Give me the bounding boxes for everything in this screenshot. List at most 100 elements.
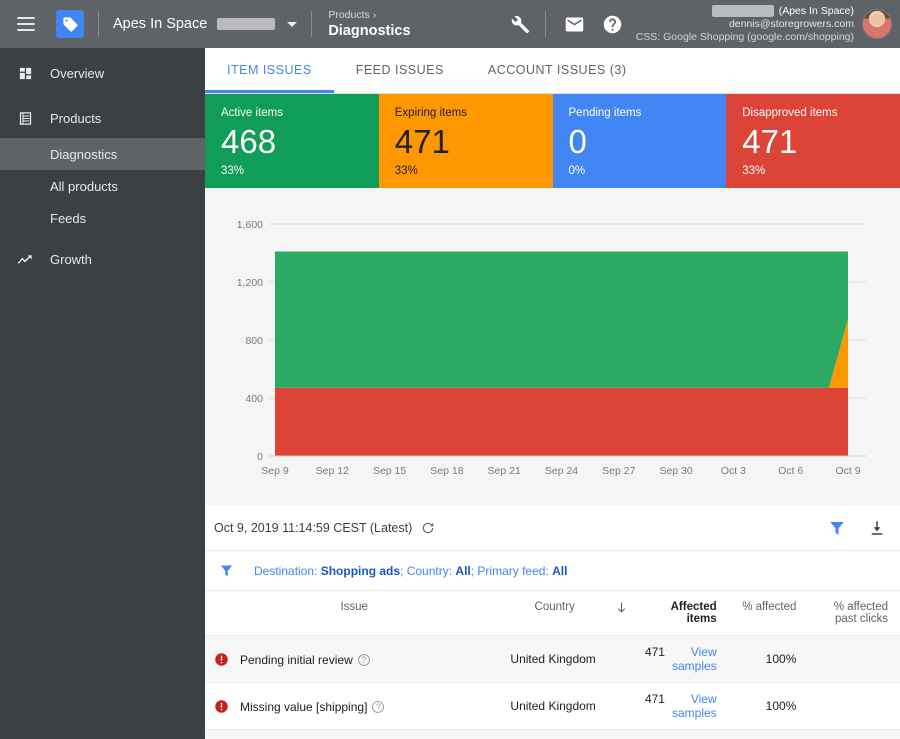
account-selector[interactable]: Apes In Space [113, 16, 297, 32]
cell-pct-affected-past-clicks [804, 730, 900, 739]
sidebar: Overview Products Diagnostics All produc… [0, 48, 205, 739]
help-icon[interactable]: ? [358, 654, 370, 666]
table-row[interactable]: Pending initial review?United Kingdom471… [205, 636, 900, 683]
breadcrumb-arrow-icon: › [373, 9, 377, 21]
account-id-redacted [217, 18, 275, 30]
sidebar-item-feeds[interactable]: Feeds [0, 202, 205, 234]
chevron-down-icon [287, 22, 297, 27]
breadcrumb-parent[interactable]: Products › [328, 8, 410, 22]
page-title: Diagnostics [328, 22, 410, 40]
view-samples-link[interactable]: View samples [672, 692, 717, 720]
svg-text:Sep 18: Sep 18 [430, 465, 463, 477]
tab-account-issues[interactable]: ACCOUNT ISSUES (3) [466, 47, 649, 93]
data-timestamp-row: Oct 9, 2019 11:14:59 CEST (Latest) [205, 505, 900, 551]
affected-count: 471 [645, 645, 665, 659]
view-samples-link[interactable]: View samples [672, 645, 717, 673]
merchant-tag-icon[interactable] [56, 10, 84, 38]
filter-summary: Destination: Shopping ads; Country: All;… [254, 564, 567, 578]
sidebar-item-products[interactable]: Products [0, 99, 205, 138]
divider [98, 11, 99, 37]
filter-country-label: Country: [407, 564, 456, 578]
top-app-bar: Apes In Space Products › Diagnostics (Ap… [0, 0, 900, 48]
column-header-issue[interactable]: Issue [205, 591, 502, 636]
table-row[interactable]: Too many values [additional image link]?… [205, 730, 900, 739]
sidebar-item-label: All products [50, 179, 118, 194]
date-row-actions [828, 519, 886, 537]
items-status-chart[interactable]: 04008001,2001,600Sep 9Sep 12Sep 15Sep 18… [205, 188, 900, 505]
sidebar-item-all-products[interactable]: All products [0, 170, 205, 202]
refresh-icon[interactable] [421, 521, 435, 535]
active-filters-bar[interactable]: Destination: Shopping ads; Country: All;… [205, 551, 900, 591]
question-circle-icon[interactable] [594, 5, 632, 43]
sidebar-item-label: Products [50, 111, 101, 126]
sidebar-item-label: Overview [50, 66, 104, 81]
sidebar-item-overview[interactable]: Overview [0, 54, 205, 93]
cell-pct-affected-past-clicks [804, 683, 900, 730]
user-account-line: (Apes In Space) [636, 5, 854, 18]
sort-descending-arrow-icon[interactable] [607, 591, 637, 636]
tab-feed-issues[interactable]: FEED ISSUES [334, 47, 466, 93]
diagnostics-page: Apes In Space Products › Diagnostics (Ap… [0, 0, 900, 739]
wrench-icon[interactable] [501, 5, 539, 43]
cell-pct-affected: 100% [725, 683, 805, 730]
table-row[interactable]: Missing value [shipping]?United Kingdom4… [205, 683, 900, 730]
column-header-country[interactable]: Country [502, 591, 607, 636]
card-pending-items[interactable]: Pending items 0 0% [553, 94, 727, 188]
sidebar-item-label: Feeds [50, 211, 86, 226]
svg-text:Sep 24: Sep 24 [545, 465, 578, 477]
filter-funnel-icon[interactable] [828, 519, 846, 537]
download-icon[interactable] [868, 519, 886, 537]
tab-label: ACCOUNT ISSUES (3) [488, 63, 627, 77]
error-icon [214, 652, 229, 667]
cell-spacer [607, 730, 637, 739]
svg-text:1,600: 1,600 [237, 219, 263, 231]
envelope-icon[interactable] [556, 5, 594, 43]
svg-text:Sep 12: Sep 12 [316, 465, 349, 477]
user-id-redacted [712, 5, 774, 17]
cell-affected-items: 46View samples [637, 730, 725, 739]
cell-spacer [607, 636, 637, 683]
filter-feed-value: All [552, 564, 567, 578]
cell-issue: Pending initial review? [205, 636, 502, 683]
sidebar-item-label: Diagnostics [50, 147, 117, 162]
tab-label: FEED ISSUES [356, 63, 444, 77]
account-name: Apes In Space [113, 16, 207, 32]
help-icon[interactable]: ? [372, 701, 384, 713]
svg-text:1,200: 1,200 [237, 277, 263, 289]
column-header-pct-affected-past-clicks[interactable]: % affected past clicks [804, 591, 900, 636]
card-value: 0 [569, 122, 727, 162]
card-label: Expiring items [395, 106, 553, 120]
sidebar-item-growth[interactable]: Growth [0, 240, 205, 279]
list-icon [16, 110, 34, 128]
divider [545, 11, 546, 37]
card-percent: 33% [221, 164, 379, 178]
cell-issue: Missing value [shipping]? [205, 683, 502, 730]
issue-label: Missing value [shipping] [240, 700, 367, 714]
svg-text:Sep 9: Sep 9 [261, 465, 289, 477]
column-header-pct-affected[interactable]: % affected [725, 591, 805, 636]
card-percent: 33% [742, 164, 900, 178]
column-header-affected-items[interactable]: Affected items [637, 591, 725, 636]
avatar[interactable] [862, 9, 892, 39]
tab-label: ITEM ISSUES [227, 63, 312, 77]
card-disapproved-items[interactable]: Disapproved items 471 33% [726, 94, 900, 188]
cell-pct-affected-past-clicks [804, 636, 900, 683]
tab-item-issues[interactable]: ITEM ISSUES [205, 47, 334, 93]
svg-text:Oct 3: Oct 3 [721, 465, 746, 477]
user-account-suffix: (Apes In Space) [779, 5, 854, 17]
hamburger-icon[interactable] [4, 17, 48, 31]
svg-text:Sep 21: Sep 21 [488, 465, 521, 477]
sidebar-item-diagnostics[interactable]: Diagnostics [0, 138, 205, 170]
dashboard-icon [16, 65, 34, 83]
cell-pct-affected: 100% [725, 636, 805, 683]
breadcrumb: Products › Diagnostics [328, 8, 410, 40]
card-active-items[interactable]: Active items 468 33% [205, 94, 379, 188]
trending-up-icon [16, 251, 34, 269]
card-expiring-items[interactable]: Expiring items 471 33% [379, 94, 553, 188]
card-percent: 33% [395, 164, 553, 178]
card-percent: 0% [569, 164, 727, 178]
svg-text:800: 800 [245, 335, 263, 347]
user-css-label: CSS: Google Shopping (google.com/shoppin… [636, 31, 854, 44]
user-email: dennis@storegrowers.com [636, 18, 854, 31]
tab-bar: ITEM ISSUES FEED ISSUES ACCOUNT ISSUES (… [205, 48, 900, 94]
